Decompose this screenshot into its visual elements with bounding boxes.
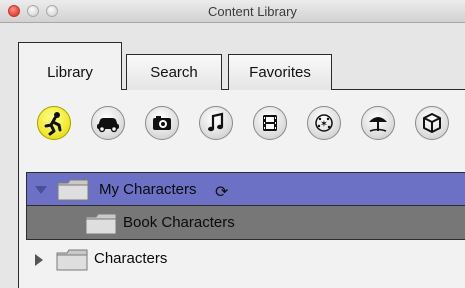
folder-icon: [56, 249, 88, 271]
category-scenes-button[interactable]: [361, 106, 395, 140]
tree-row-label: My Characters: [99, 181, 197, 198]
category-vehicles-button[interactable]: [91, 106, 125, 140]
category-cameras-button[interactable]: [145, 106, 179, 140]
music-note-icon: [208, 112, 224, 132]
category-effects-button[interactable]: ✶: [307, 106, 341, 140]
svg-text:✶: ✶: [320, 119, 328, 130]
folder-icon: [85, 213, 117, 235]
tree-row-label: Book Characters: [123, 214, 235, 231]
category-animations-button[interactable]: [253, 106, 287, 140]
tree-row-book-characters[interactable]: Book Characters: [26, 206, 465, 240]
category-characters-button[interactable]: [37, 106, 71, 140]
sparkle-particles-icon: ✶: [315, 114, 333, 132]
category-props-button[interactable]: [415, 106, 449, 140]
tab-search[interactable]: Search: [126, 54, 222, 90]
car-icon: [97, 118, 119, 133]
window-title: Content Library: [208, 4, 297, 19]
content-library-window: Content Library Library Search Favorites: [0, 0, 465, 288]
category-audio-button[interactable]: [199, 106, 233, 140]
beach-umbrella-icon: [369, 117, 387, 132]
film-icon: [263, 115, 277, 131]
camera-icon: [153, 116, 171, 130]
title-bar: Content Library: [0, 0, 465, 23]
cube-icon: [423, 113, 441, 133]
tab-favorites[interactable]: Favorites: [228, 54, 332, 90]
tree-row-my-characters[interactable]: My Characters ⟳: [26, 172, 465, 206]
tree-row-label: Characters: [94, 250, 168, 267]
tree-row-characters[interactable]: Characters: [26, 244, 465, 278]
disclosure-expanded-icon[interactable]: [35, 186, 47, 194]
disclosure-collapsed-icon[interactable]: [35, 254, 43, 266]
tab-library[interactable]: Library: [18, 42, 122, 90]
folder-icon: [57, 179, 89, 201]
refresh-icon[interactable]: ⟳: [215, 182, 228, 202]
runner-icon: [44, 112, 62, 136]
tab-bar: Library Search Favorites: [0, 22, 465, 90]
